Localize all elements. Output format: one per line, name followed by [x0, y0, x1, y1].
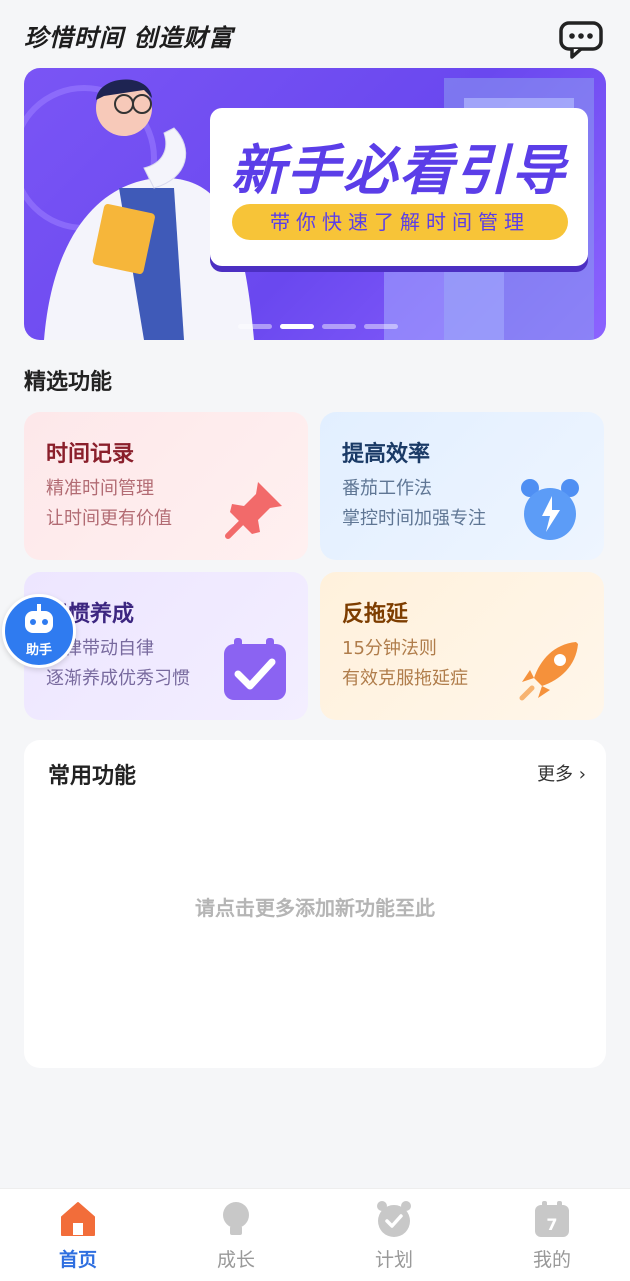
lightbulb-icon — [223, 1202, 249, 1235]
card-line1: 15分钟法则 — [342, 638, 437, 659]
feature-card-anti-procrastination[interactable]: 反拖延 15分钟法则 有效克服拖延症 — [320, 572, 604, 720]
card-line2: 掌控时间加强专注 — [342, 508, 486, 529]
guide-banner[interactable]: 新手必看引导 带你快速了解时间管理 — [24, 68, 606, 340]
common-functions-title: 常用功能 — [48, 764, 137, 789]
chat-bubble-icon — [559, 21, 603, 59]
app-slogan: 珍惜时间 创造财富 — [24, 24, 234, 52]
carousel-dot[interactable] — [322, 324, 356, 329]
common-functions-panel: 常用功能 更多 › 请点击更多添加新功能至此 — [24, 740, 606, 1068]
chevron-right-icon: › — [578, 764, 586, 785]
carousel-dot[interactable] — [364, 324, 398, 329]
rocket-icon — [519, 642, 578, 701]
bottom-tab-bar: 首页 成长 计划 7 我的 — [0, 1188, 630, 1281]
card-line1: 精准时间管理 — [46, 478, 154, 499]
svg-text:7: 7 — [546, 1215, 557, 1234]
tab-growth[interactable]: 成长 — [186, 1199, 286, 1272]
carousel-dot-active[interactable] — [280, 324, 314, 329]
clock-check-icon — [377, 1201, 411, 1237]
calendar-check-icon — [224, 638, 286, 700]
carousel-dots — [238, 324, 398, 329]
carousel-dot[interactable] — [238, 324, 272, 329]
pin-icon — [225, 482, 282, 539]
featured-section-title: 精选功能 — [24, 370, 113, 395]
more-link[interactable]: 更多 › — [537, 760, 586, 786]
tab-label: 我的 — [532, 1249, 571, 1271]
tab-label: 成长 — [216, 1249, 255, 1271]
banner-title: 新手必看引导 — [231, 139, 567, 202]
home-icon — [61, 1202, 95, 1236]
assistant-button[interactable]: 助手 — [2, 594, 76, 668]
banner-subtitle: 带你快速了解时间管理 — [232, 204, 568, 240]
card-line2: 让时间更有价值 — [46, 508, 172, 529]
more-label: 更多 — [537, 764, 574, 785]
alarm-clock-icon — [521, 479, 579, 540]
card-title: 提高效率 — [342, 442, 431, 467]
empty-hint: 请点击更多添加新功能至此 — [195, 896, 435, 920]
assistant-label: 助手 — [25, 643, 52, 658]
tab-label: 首页 — [58, 1249, 97, 1271]
card-line1: 番茄工作法 — [342, 478, 432, 499]
feature-card-time-record[interactable]: 时间记录 精准时间管理 让时间更有价值 — [24, 412, 308, 560]
tab-label: 计划 — [374, 1249, 413, 1271]
tab-home[interactable]: 首页 — [28, 1199, 128, 1272]
calendar-icon: 7 — [535, 1201, 569, 1237]
tab-mine[interactable]: 7 我的 — [502, 1199, 602, 1272]
card-line2: 有效克服拖延症 — [342, 668, 468, 689]
card-title: 时间记录 — [46, 442, 135, 467]
feature-card-efficiency[interactable]: 提高效率 番茄工作法 掌控时间加强专注 — [320, 412, 604, 560]
card-title: 反拖延 — [342, 602, 409, 627]
messages-button[interactable] — [558, 20, 604, 60]
banner-card: 新手必看引导 带你快速了解时间管理 — [210, 108, 588, 266]
tab-plan[interactable]: 计划 — [344, 1199, 444, 1272]
card-line2: 逐渐养成优秀习惯 — [46, 668, 190, 689]
